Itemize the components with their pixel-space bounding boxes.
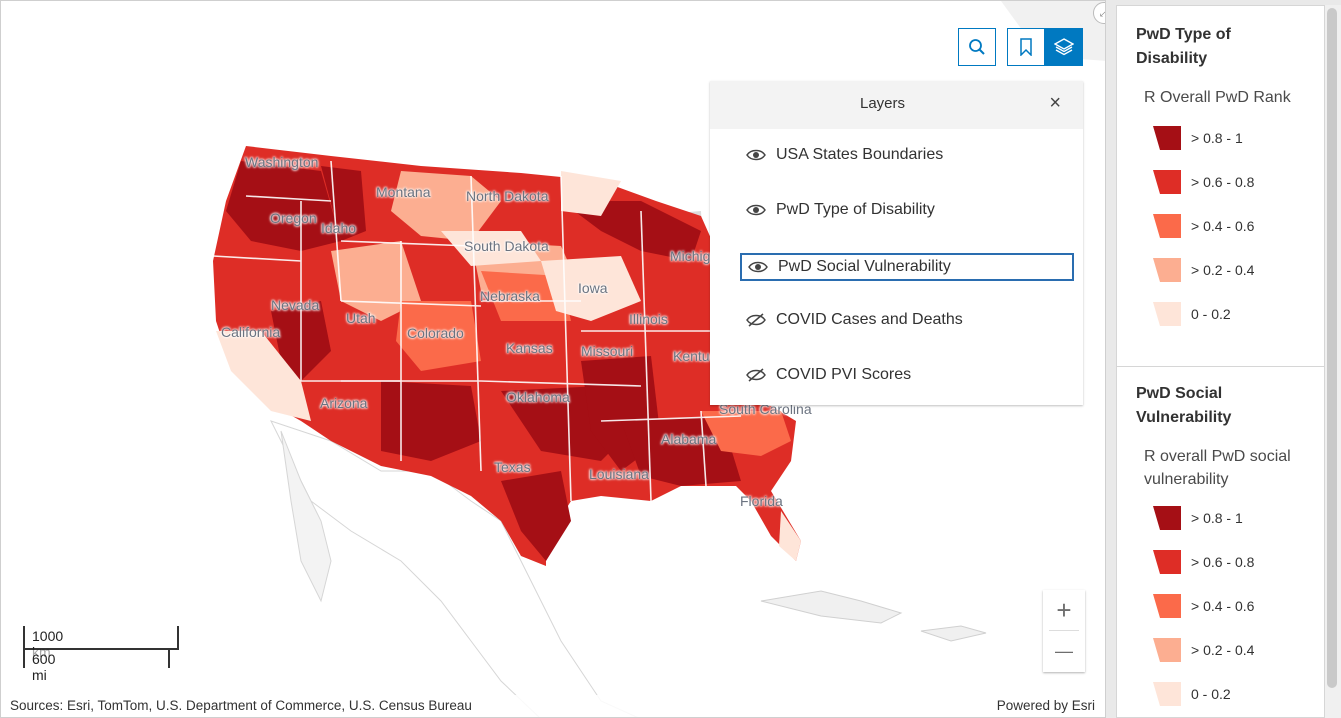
legend-item: 0 - 0.2 xyxy=(1152,299,1231,329)
layer-item-label: COVID Cases and Deaths xyxy=(776,311,963,328)
eye-hidden-icon[interactable] xyxy=(746,368,766,382)
state-label: Utah xyxy=(346,310,376,326)
legend-scrollbar-thumb[interactable] xyxy=(1327,8,1337,688)
bookmarks-button[interactable] xyxy=(1007,28,1045,66)
layer-item[interactable]: PwD Type of Disability xyxy=(740,196,1074,224)
state-label: Oklahoma xyxy=(506,389,570,405)
layer-item[interactable]: USA States Boundaries xyxy=(740,141,1074,169)
legend-section-title: PwD Social Vulnerability xyxy=(1136,385,1232,426)
layer-item[interactable]: COVID PVI Scores xyxy=(740,361,1074,389)
zoom-out-button[interactable]: — xyxy=(1043,631,1085,671)
layer-item[interactable]: COVID Cases and Deaths xyxy=(740,306,1074,334)
zoom-in-button[interactable]: + xyxy=(1043,590,1085,630)
state-label: Colorado xyxy=(407,325,464,341)
legend-swatch xyxy=(1153,302,1181,326)
layer-item-label: PwD Type of Disability xyxy=(776,201,935,218)
layers-panel: Layers × USA States Boundaries PwD Type … xyxy=(710,81,1083,405)
legend-item: 0 - 0.2 xyxy=(1152,679,1231,709)
legend-swatch xyxy=(1153,258,1181,282)
state-label: Montana xyxy=(376,184,431,200)
state-label: Illinois xyxy=(629,311,668,327)
legend-item-label: > 0.4 - 0.6 xyxy=(1191,218,1255,234)
legend-item-label: > 0.2 - 0.4 xyxy=(1191,262,1255,278)
state-label: Nevada xyxy=(271,297,320,313)
state-label: Oregon xyxy=(270,210,317,226)
eye-icon[interactable] xyxy=(748,260,768,274)
legend-item-label: > 0.8 - 1 xyxy=(1191,130,1243,146)
eye-icon[interactable] xyxy=(746,148,766,162)
eye-icon[interactable] xyxy=(746,203,766,217)
search-button[interactable] xyxy=(958,28,996,66)
legend-item: > 0.6 - 0.8 xyxy=(1152,167,1254,197)
state-label: Nebraska xyxy=(480,288,540,304)
legend-swatch xyxy=(1153,638,1181,662)
legend-section-title: PwD Type of Disability xyxy=(1136,26,1231,67)
powered-by[interactable]: Powered by Esri xyxy=(997,698,1095,713)
state-label: Florida xyxy=(740,493,783,509)
legend-item: > 0.4 - 0.6 xyxy=(1152,591,1254,621)
state-label: Idaho xyxy=(321,220,357,236)
state-label: California xyxy=(221,324,281,340)
state-label: Washington xyxy=(245,154,319,170)
legend-item-label: 0 - 0.2 xyxy=(1191,306,1231,322)
close-icon[interactable]: × xyxy=(1049,92,1061,115)
state-label: Missouri xyxy=(581,343,634,359)
layers-button[interactable] xyxy=(1045,28,1083,66)
legend-swatch xyxy=(1153,506,1181,530)
legend-item: > 0.2 - 0.4 xyxy=(1152,255,1254,285)
attribution-bar: Sources: Esri, TomTom, U.S. Department o… xyxy=(1,695,1105,717)
layer-item-label: PwD Social Vulnerability xyxy=(778,258,951,275)
state-label: Texas xyxy=(494,459,531,475)
layers-panel-title: Layers xyxy=(859,95,906,112)
legend-swatch xyxy=(1153,214,1181,238)
layers-icon xyxy=(1054,38,1074,56)
layers-panel-header: Layers × xyxy=(710,81,1083,129)
bookmark-icon xyxy=(1020,38,1032,56)
zoom-control: + — xyxy=(1043,590,1085,672)
map-view[interactable]: Washington Montana North Dakota Oregon I… xyxy=(0,0,1106,718)
state-label: Kansas xyxy=(506,340,553,356)
legend-swatch xyxy=(1153,170,1181,194)
layer-item-label: COVID PVI Scores xyxy=(776,366,912,383)
legend-item-label: 0 - 0.2 xyxy=(1191,686,1231,702)
legend-item-label: > 0.8 - 1 xyxy=(1191,510,1243,526)
legend-field-label: R overall PwD social vulnerability xyxy=(1144,448,1291,488)
legend-item-label: > 0.2 - 0.4 xyxy=(1191,642,1255,658)
legend-swatch xyxy=(1153,550,1181,574)
legend-swatch xyxy=(1153,594,1181,618)
legend-item: > 0.2 - 0.4 xyxy=(1152,635,1254,665)
eye-hidden-icon[interactable] xyxy=(746,313,766,327)
attribution-text[interactable]: Sources: Esri, TomTom, U.S. Department o… xyxy=(10,698,472,713)
legend-item: > 0.8 - 1 xyxy=(1152,123,1243,153)
layer-item-label: USA States Boundaries xyxy=(776,146,944,163)
layer-item-focused[interactable]: PwD Social Vulnerability xyxy=(740,253,1074,281)
legend-divider xyxy=(1117,366,1324,367)
legend-item-label: > 0.4 - 0.6 xyxy=(1191,598,1255,614)
scale-bar-mi-label: 600 mi xyxy=(32,651,56,683)
legend-swatch xyxy=(1153,682,1181,706)
state-label: Louisiana xyxy=(589,466,649,482)
legend-item: > 0.8 - 1 xyxy=(1152,503,1243,533)
state-label: North Dakota xyxy=(466,188,549,204)
legend-item: > 0.4 - 0.6 xyxy=(1152,211,1254,241)
legend-field-label: R Overall PwD Rank xyxy=(1144,89,1291,106)
legend-swatch xyxy=(1153,126,1181,150)
state-label: Arizona xyxy=(320,395,368,411)
legend-item: > 0.6 - 0.8 xyxy=(1152,547,1254,577)
legend-item-label: > 0.6 - 0.8 xyxy=(1191,174,1255,190)
legend-item-label: > 0.6 - 0.8 xyxy=(1191,554,1255,570)
state-label: South Dakota xyxy=(464,238,549,254)
state-label: Iowa xyxy=(578,280,608,296)
state-label: Alabama xyxy=(661,431,717,447)
legend-panel: PwD Type of Disability R Overall PwD Ran… xyxy=(1116,5,1325,718)
search-icon xyxy=(969,39,985,55)
